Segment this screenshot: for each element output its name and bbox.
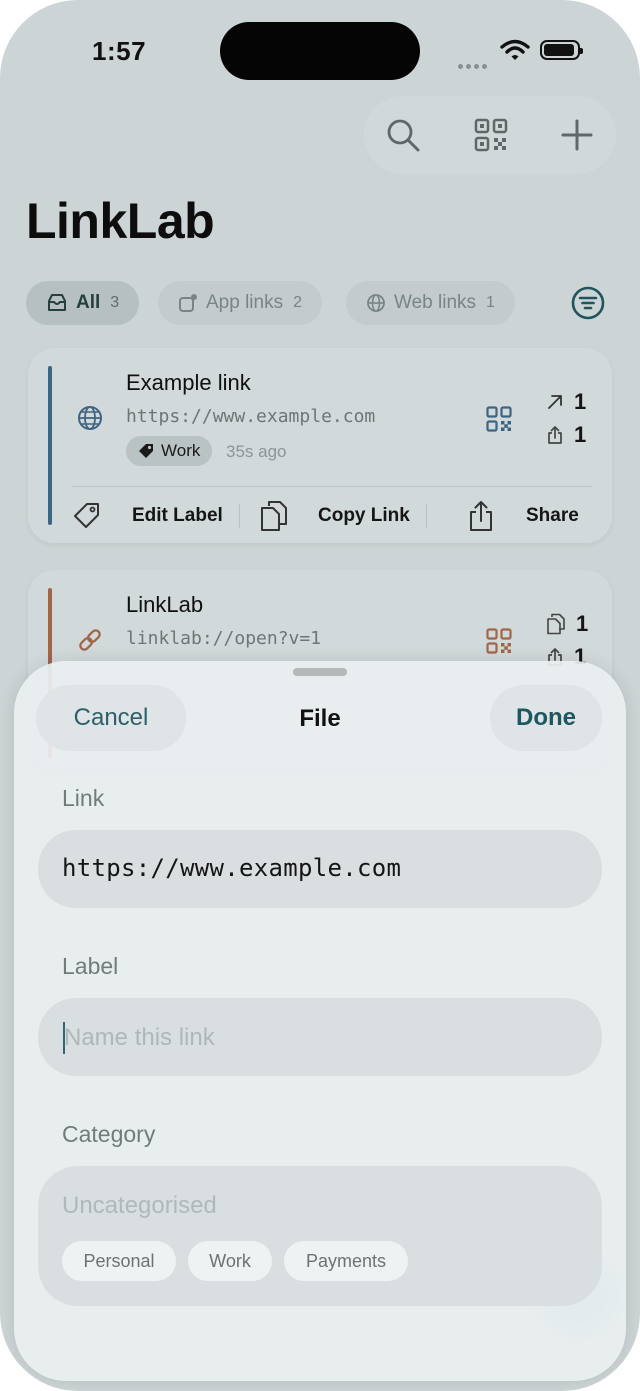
share-icon — [470, 501, 492, 531]
app-badge-icon — [179, 294, 197, 312]
phone-screen: 1:57 LinkLab All 3 App links 2 Web links… — [0, 0, 640, 1391]
link-section-label: Link — [62, 785, 105, 811]
shared-count: 1 — [546, 421, 586, 449]
label-input[interactable]: Name this link — [38, 998, 602, 1076]
action-separator — [426, 504, 427, 528]
wifi-icon — [500, 39, 530, 60]
edit-label-text: Edit Label — [132, 505, 223, 526]
qr-code-icon[interactable] — [486, 628, 512, 654]
dynamic-island — [220, 22, 420, 80]
page-title: LinkLab — [26, 193, 215, 249]
copy-icon — [261, 501, 287, 531]
sheet-grabber[interactable] — [293, 668, 347, 676]
filter-chip-label: Web links — [394, 292, 477, 313]
edit-label-button[interactable]: Edit Label — [72, 496, 223, 536]
qr-scan-button[interactable] — [456, 96, 526, 174]
tray-icon — [48, 294, 66, 311]
tag-label: Work — [161, 441, 201, 460]
search-button[interactable] — [368, 96, 438, 174]
tag-icon — [139, 444, 153, 458]
link-icon — [79, 629, 101, 651]
card-url: linklab://open?v=1 — [126, 628, 322, 649]
card-accent-bar — [48, 366, 52, 525]
filter-chip-app-links[interactable]: App links 2 — [158, 281, 323, 325]
copy-link-button[interactable]: Copy Link — [260, 496, 410, 536]
share-text: Share — [526, 505, 579, 526]
opened-count: 1 — [546, 388, 586, 416]
link-field-value: https://www.example.com — [62, 854, 402, 882]
category-picker: Uncategorised Personal Work Payments — [38, 1166, 602, 1306]
qr-code-icon[interactable] — [486, 406, 512, 432]
card-url: https://www.example.com — [126, 406, 376, 427]
copied-count-value: 1 — [576, 611, 589, 636]
qr-code-icon — [474, 118, 508, 152]
filter-chip-label: App links — [206, 292, 284, 313]
share-icon — [548, 426, 562, 444]
search-icon — [387, 119, 420, 152]
battery-icon — [540, 40, 583, 60]
filter-chip-count: 1 — [486, 294, 495, 311]
toolbar-actions — [364, 96, 616, 174]
add-link-button[interactable] — [542, 96, 612, 174]
done-button[interactable]: Done — [490, 685, 602, 751]
tag-outline-icon — [74, 503, 99, 528]
filter-chip-all[interactable]: All 3 — [26, 281, 140, 325]
filter-chip-label: All — [76, 292, 101, 313]
arrow-up-right-icon — [548, 395, 562, 409]
category-section-label: Category — [62, 1121, 156, 1147]
card-title: LinkLab — [126, 592, 204, 617]
globe-icon — [78, 406, 102, 430]
link-card[interactable]: Example link https://www.example.com Wor… — [28, 348, 612, 543]
share-button[interactable]: Share — [468, 496, 579, 536]
filter-chip-count: 3 — [110, 294, 120, 311]
tag-badge[interactable]: Work — [126, 436, 213, 466]
card-divider — [72, 486, 592, 487]
category-chip-personal[interactable]: Personal — [62, 1241, 176, 1281]
label-input-placeholder: Name this link — [64, 1024, 215, 1051]
category-current-value: Uncategorised — [62, 1192, 217, 1219]
filter-chip-count: 2 — [293, 294, 303, 311]
copy-link-text: Copy Link — [318, 505, 410, 526]
link-field[interactable]: https://www.example.com — [38, 830, 602, 908]
label-section-label: Label — [62, 953, 119, 979]
status-time: 1:57 — [92, 36, 147, 66]
copy-icon — [547, 613, 565, 635]
category-chip-payments[interactable]: Payments — [284, 1241, 408, 1281]
timestamp: 35s ago — [226, 442, 287, 461]
filter-menu-icon[interactable] — [570, 285, 606, 321]
copied-count: 1 — [546, 610, 588, 638]
status-bar: 1:57 — [0, 0, 640, 100]
action-separator — [239, 504, 240, 528]
plus-icon — [561, 119, 593, 151]
cellular-dots-icon — [458, 56, 490, 69]
edit-link-sheet: Cancel File Done Link https://www.exampl… — [14, 661, 626, 1381]
shared-count-value: 1 — [574, 422, 587, 447]
opened-count-value: 1 — [574, 389, 587, 414]
filter-chip-web-links[interactable]: Web links 1 — [346, 281, 515, 325]
globe-icon — [367, 294, 385, 312]
category-chip-work[interactable]: Work — [188, 1241, 272, 1281]
card-title: Example link — [126, 370, 251, 395]
